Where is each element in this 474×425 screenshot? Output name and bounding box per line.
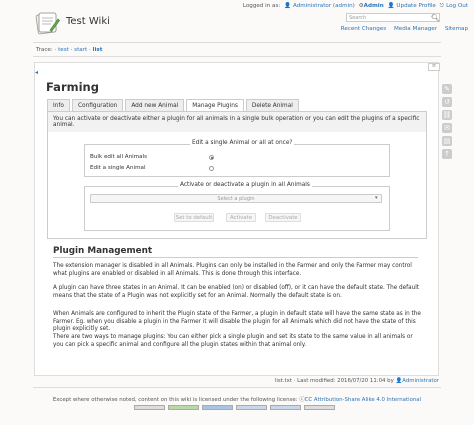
admin-link[interactable]: Admin bbox=[364, 3, 384, 9]
plugin-select[interactable]: Select a plugin bbox=[90, 194, 382, 203]
single-edit-radio[interactable] bbox=[209, 166, 214, 171]
footer-divider bbox=[33, 387, 441, 388]
profile-icon: 👤 bbox=[387, 3, 395, 9]
single-edit-label: Edit a single Animal bbox=[90, 165, 146, 171]
plugin-fieldset bbox=[84, 186, 390, 231]
paragraph: When Animals are configured to inherit t… bbox=[53, 311, 421, 332]
set-default-button[interactable]: Set to default bbox=[174, 213, 214, 222]
subscribe-icon[interactable]: ✉ bbox=[442, 123, 452, 133]
breadcrumb-item-start[interactable]: start bbox=[74, 47, 87, 53]
breadcrumb-item-test[interactable]: test bbox=[58, 47, 69, 53]
w3c-css-badge[interactable] bbox=[270, 405, 301, 410]
license: Except where otherwise noted, content on… bbox=[0, 395, 474, 403]
update-profile-link[interactable]: Update Profile bbox=[396, 3, 435, 9]
php-badge[interactable] bbox=[202, 405, 233, 410]
site-tools: Recent Changes Media Manager Sitemap bbox=[335, 26, 468, 32]
wiki-logo[interactable] bbox=[34, 10, 60, 36]
search-input[interactable]: Search bbox=[346, 13, 440, 22]
paragraph: The extension manager is disabled in all… bbox=[53, 263, 412, 277]
tab-bar: Info Configuration Add new Animal Manage… bbox=[47, 99, 301, 111]
paragraph: A plugin can have three states in an Ani… bbox=[53, 285, 420, 299]
logout-icon: ⎋ bbox=[439, 3, 445, 9]
badge-row bbox=[134, 405, 338, 410]
license-link[interactable]: CC Attribution-Share Alike 4.0 Internati… bbox=[305, 397, 422, 403]
export-icon[interactable]: ▤ bbox=[442, 136, 452, 146]
edit-mode-legend: Edit a single Animal or all at once? bbox=[190, 140, 295, 146]
page-menu-icon[interactable]: ≡ bbox=[428, 63, 440, 71]
tab-delete-animal[interactable]: Delete Animal bbox=[245, 99, 299, 111]
recent-changes-link[interactable]: Recent Changes bbox=[341, 26, 386, 32]
media-manager-link[interactable]: Media Manager bbox=[394, 26, 437, 32]
license-text: Except where otherwise noted, content on… bbox=[52, 397, 298, 403]
chevron-down-icon: ▾ bbox=[375, 195, 378, 201]
page-title: Farming bbox=[46, 80, 99, 94]
doc-info: list.txt · Last modified: 2016/07/20 11:… bbox=[275, 378, 439, 384]
section-divider bbox=[53, 257, 418, 258]
header-divider bbox=[33, 42, 441, 43]
tab-info[interactable]: Info bbox=[47, 99, 70, 111]
donate-badge[interactable] bbox=[168, 405, 199, 410]
edit-page-icon[interactable]: ✎ bbox=[442, 84, 452, 94]
doc-info-text: list.txt · Last modified: 2016/07/20 11:… bbox=[274, 378, 394, 384]
doc-info-user[interactable]: Administrator bbox=[402, 378, 439, 384]
search-icon[interactable]: 🔍︎ bbox=[431, 14, 440, 22]
tab-description: You can activate or deactivate either a … bbox=[48, 112, 426, 132]
breadcrumb-item-list[interactable]: list bbox=[93, 47, 103, 53]
user-link[interactable]: Administrator (admin) bbox=[293, 3, 355, 9]
tab-add-new-animal[interactable]: Add new Animal bbox=[125, 99, 185, 111]
dokuwiki-badge[interactable] bbox=[304, 405, 335, 410]
user-tools: Logged in as: 👤 Administrator (admin) ⚙Ad… bbox=[241, 3, 468, 10]
sitemap-link[interactable]: Sitemap bbox=[445, 26, 468, 32]
logged-in-label: Logged in as: bbox=[242, 3, 281, 9]
edit-mode-fieldset bbox=[84, 144, 390, 177]
log-out-link[interactable]: Log Out bbox=[446, 3, 468, 9]
deactivate-button[interactable]: Deactivate bbox=[265, 213, 301, 222]
backlinks-icon[interactable]: ⛓ bbox=[442, 110, 452, 120]
license-badge[interactable] bbox=[134, 405, 165, 410]
bulk-edit-radio[interactable] bbox=[209, 155, 214, 160]
plugin-legend: Activate or deactivate a plugin in all A… bbox=[178, 182, 312, 188]
tab-manage-plugins[interactable]: Manage Plugins bbox=[186, 99, 244, 111]
breadcrumb: Trace: · test · start · list bbox=[36, 47, 103, 53]
tab-configuration[interactable]: Configuration bbox=[71, 99, 124, 111]
breadcrumb-label: Trace: bbox=[36, 47, 53, 53]
revisions-icon[interactable]: ↺ bbox=[442, 97, 452, 107]
paragraph: There are two ways to manage plugins: Yo… bbox=[53, 334, 413, 348]
w3c-html-badge[interactable] bbox=[236, 405, 267, 410]
back-to-top-icon[interactable]: ↑ bbox=[442, 149, 452, 159]
breadcrumb-divider bbox=[33, 56, 441, 57]
site-title[interactable]: Test Wiki bbox=[66, 16, 110, 27]
bulk-edit-label: Bulk edit all Animals bbox=[90, 154, 148, 160]
page-tools: ✎ ↺ ⛓ ✉ ▤ ↑ bbox=[442, 84, 458, 162]
section-heading: Plugin Management bbox=[53, 246, 153, 256]
collapse-arrow-icon[interactable]: ◂ bbox=[35, 69, 38, 76]
user-icon: 👤 bbox=[284, 3, 291, 9]
activate-button[interactable]: Activate bbox=[226, 213, 256, 222]
